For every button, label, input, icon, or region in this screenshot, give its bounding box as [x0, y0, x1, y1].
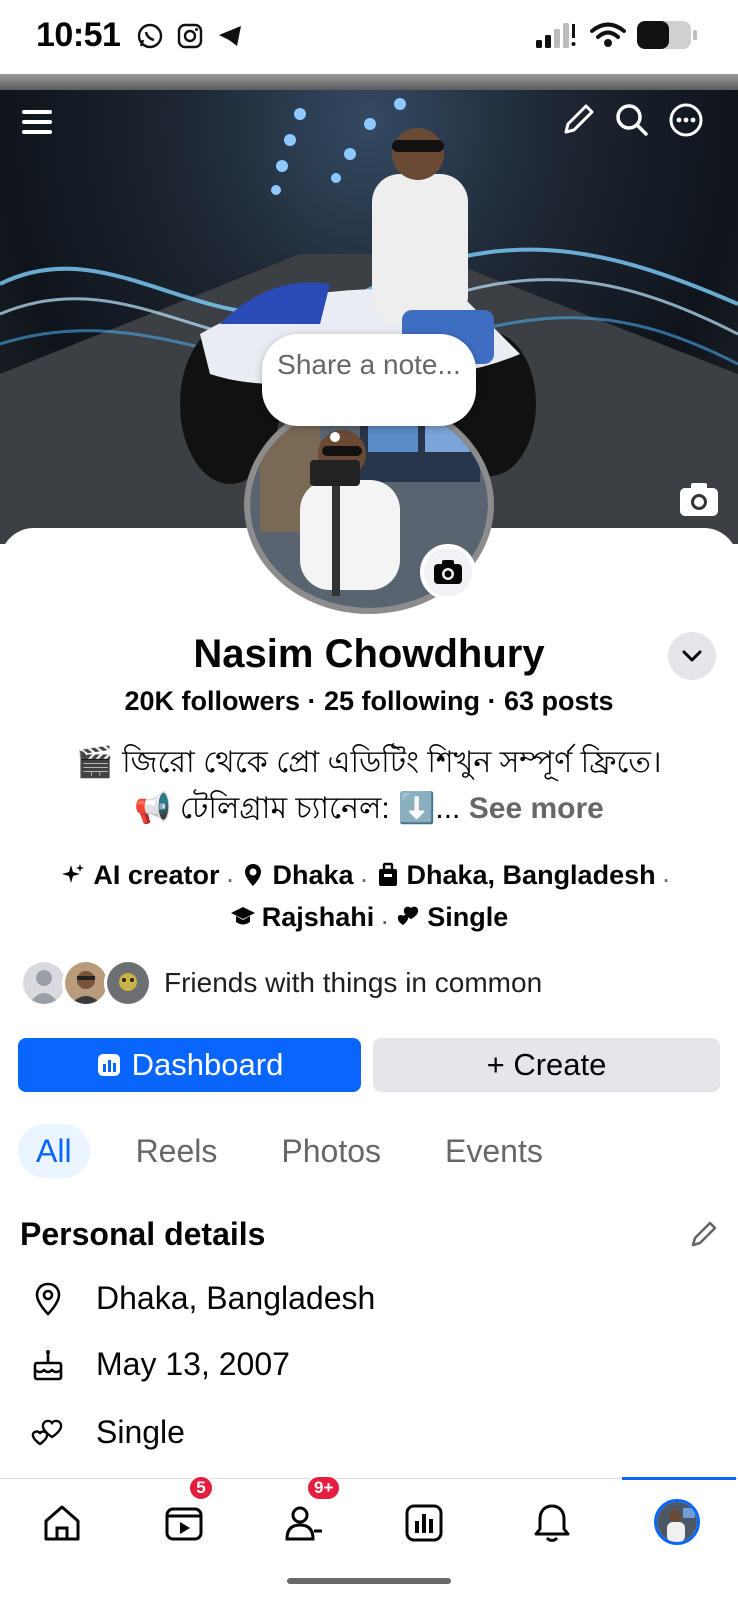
birthday-cake-icon — [33, 1349, 63, 1380]
graduation-cap-icon — [230, 907, 255, 925]
wifi-icon — [590, 22, 626, 47]
intro-hometown-text: Dhaka, Bangladesh — [406, 860, 656, 890]
friends-text: Friends with things in common — [164, 967, 543, 998]
intro-separator: · — [380, 906, 390, 936]
tab-photos[interactable]: Photos — [263, 1124, 399, 1178]
status-bar: 10:51 — [0, 0, 738, 74]
mutual-friends-row[interactable]: Friends with things in common — [20, 958, 542, 1008]
camera-icon — [434, 560, 462, 584]
profile-camera-button[interactable] — [420, 544, 476, 600]
friends-icon[interactable] — [282, 1501, 326, 1545]
intro-role-text: AI creator — [93, 860, 220, 890]
signal-icon — [536, 23, 576, 48]
bio-line-2-text: 📢 টেলিগ্রাম চ্যানেল: ⬇️... — [134, 792, 461, 825]
bottom-navigation: 5 9+ — [0, 1475, 738, 1570]
tab-all[interactable]: All — [18, 1124, 90, 1178]
intro-location: Dhaka — [240, 856, 354, 894]
default-avatar-icon — [23, 962, 65, 1004]
telegram-icon — [219, 26, 241, 46]
friend-avatar — [104, 959, 152, 1007]
profile-stats[interactable]: 20K followers · 25 following · 63 posts — [0, 686, 738, 717]
reels-badge: 5 — [188, 1475, 214, 1501]
pencil-icon[interactable] — [558, 100, 598, 140]
intro-separator: · — [661, 864, 671, 894]
intro-location-text: Dhaka — [272, 860, 354, 890]
whatsapp-icon — [137, 23, 163, 49]
location-pin-icon — [245, 864, 262, 886]
intro-relationship: Single — [395, 898, 508, 936]
edit-details-icon[interactable] — [688, 1218, 720, 1250]
dashboard-button[interactable]: Dashboard — [18, 1038, 361, 1092]
avatar — [657, 1502, 697, 1542]
notifications-icon[interactable] — [530, 1501, 574, 1545]
share-note-bubble[interactable]: Share a note... — [262, 334, 476, 426]
status-indicators — [536, 20, 698, 50]
home-icon[interactable] — [40, 1501, 84, 1545]
sparkle-icon — [62, 864, 85, 883]
intro-relationship-text: Single — [427, 902, 509, 932]
personal-details-title: Personal details — [20, 1216, 266, 1252]
note-bubble-dot — [330, 432, 340, 442]
detail-location-text: Dhaka, Bangladesh — [96, 1280, 376, 1316]
menu-icon[interactable] — [18, 102, 58, 142]
detail-birthday-text: May 13, 2007 — [96, 1346, 290, 1382]
more-icon[interactable] — [666, 100, 706, 140]
detail-relationship-text: Single — [96, 1414, 185, 1450]
intro-education: Rajshahi — [230, 898, 375, 936]
intro-separator: · — [359, 864, 369, 894]
tab-reels[interactable]: Reels — [118, 1124, 236, 1178]
intro-role: AI creator — [61, 856, 219, 894]
see-more-link[interactable]: See more — [469, 792, 604, 825]
profile-tabs: All Reels Photos Events — [18, 1124, 561, 1178]
dashboard-nav-icon[interactable] — [402, 1501, 446, 1545]
status-time: 10:51 — [36, 16, 121, 54]
detail-location: Dhaka, Bangladesh — [30, 1280, 375, 1317]
friend-avatar — [20, 959, 68, 1007]
friends-badge: 9+ — [306, 1475, 342, 1501]
dashboard-icon — [97, 1054, 120, 1076]
intro-separator: · — [225, 864, 235, 894]
reels-icon[interactable] — [162, 1501, 206, 1545]
detail-birthday: May 13, 2007 — [30, 1346, 290, 1383]
nav-active-indicator — [622, 1477, 736, 1480]
profile-bio: 🎬 জিরো থেকে প্রো এডিটিং শিখুন সম্পূর্ণ ফ… — [0, 740, 738, 832]
create-button[interactable]: + Create — [373, 1038, 720, 1092]
profile-intro[interactable]: AI creator · Dhaka · Dhaka, Bangladesh ·… — [20, 856, 718, 940]
briefcase-icon — [378, 862, 397, 886]
create-label: + Create — [486, 1047, 607, 1082]
bio-line-2: 📢 টেলিগ্রাম চ্যানেল: ⬇️... See more — [0, 786, 738, 832]
intro-education-text: Rajshahi — [261, 902, 375, 932]
profile-dropdown-button[interactable] — [668, 632, 716, 680]
location-pin-icon — [35, 1282, 61, 1316]
bio-line-1: 🎬 জিরো থেকে প্রো এডিটিং শিখুন সম্পূর্ণ ফ… — [76, 746, 662, 779]
tab-events[interactable]: Events — [427, 1124, 561, 1178]
chevron-down-icon — [682, 650, 702, 662]
instagram-icon — [177, 23, 203, 49]
home-indicator — [287, 1578, 451, 1584]
profile-name: Nasim Chowdhury — [193, 632, 545, 676]
friend-photo — [65, 962, 107, 1004]
search-icon[interactable] — [612, 100, 652, 140]
profile-avatar-nav[interactable] — [654, 1499, 700, 1545]
hearts-icon — [31, 1419, 63, 1445]
friend-photo — [107, 962, 149, 1004]
dashboard-label: Dashboard — [131, 1047, 284, 1082]
cover-camera-icon[interactable] — [678, 480, 720, 518]
friend-avatar — [62, 959, 110, 1007]
hearts-icon — [398, 906, 419, 925]
share-note-text: Share a note... — [277, 349, 461, 380]
battery-icon — [637, 21, 697, 49]
intro-hometown: Dhaka, Bangladesh — [375, 856, 656, 894]
detail-relationship: Single — [30, 1414, 185, 1451]
